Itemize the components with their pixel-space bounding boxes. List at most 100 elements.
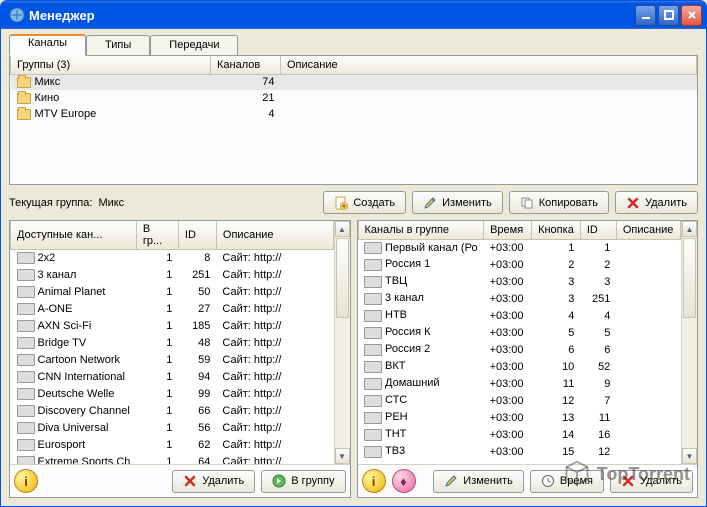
right-scrollbar[interactable]: ▲ ▼ [681,221,697,464]
table-row[interactable]: Микс74 [11,74,697,90]
table-row[interactable]: НТВ+03:0044 [358,307,681,324]
table-row[interactable]: Cartoon Network159Сайт: http:// [11,352,334,369]
col-group-desc[interactable]: Описание [281,56,697,74]
channel-icon [17,439,35,451]
table-row[interactable]: Diva Universal156Сайт: http:// [11,420,334,437]
table-row[interactable]: MTV Europe4 [11,106,697,122]
edit-right-button[interactable]: Изменить [433,470,524,493]
scroll-thumb[interactable] [336,238,349,318]
delete-icon [183,474,197,488]
table-row[interactable]: Animal Planet150Сайт: http:// [11,284,334,301]
table-row[interactable]: A-ONE127Сайт: http:// [11,301,334,318]
delete-button[interactable]: Удалить [615,191,698,214]
color-button[interactable]: ♦ [392,469,416,493]
window-title: Менеджер [29,8,635,23]
channel-icon [364,242,382,254]
table-row[interactable]: СТС+03:00127 [358,392,681,409]
scroll-thumb[interactable] [683,238,696,318]
tab-types[interactable]: Типы [86,35,150,55]
col-avail-id[interactable]: ID [178,221,216,250]
table-row[interactable]: 3 канал1251Сайт: http:// [11,267,334,284]
table-row[interactable]: 3 канал+03:003251 [358,290,681,307]
table-row[interactable]: Первый канал (Ро+03:0011 [358,239,681,256]
titlebar[interactable]: Менеджер [1,1,706,29]
info-button-right[interactable]: i [362,469,386,493]
channel-icon [364,446,382,458]
scroll-down-icon[interactable]: ▼ [335,448,350,464]
groups-table[interactable]: Группы (3) Каналов Описание Микс74Кино21… [10,56,697,170]
tab-programs[interactable]: Передачи [150,35,238,55]
table-row[interactable]: Домашний+03:00119 [358,375,681,392]
channel-icon [17,303,35,315]
table-row[interactable]: ВКТ+03:001052 [358,358,681,375]
table-row[interactable]: ТВЦ+03:0033 [358,273,681,290]
copy-icon [520,196,534,210]
col-grp-button[interactable]: Кнопка [532,221,581,239]
col-grp-name[interactable]: Каналы в группе [358,221,484,239]
table-row[interactable]: Deutsche Welle199Сайт: http:// [11,386,334,403]
delete-right-button[interactable]: Удалить [610,470,693,493]
col-group-name[interactable]: Группы (3) [11,56,211,74]
channel-icon [364,259,382,271]
table-row[interactable]: Россия 2+03:0066 [358,341,681,358]
table-row[interactable]: AXN Sci-Fi1185Сайт: http:// [11,318,334,335]
folder-icon [17,77,31,88]
group-channels-pane: Каналы в группе Время Кнопка ID Описание… [357,220,699,498]
channel-icon [364,276,382,288]
table-row[interactable]: Кино21 [11,90,697,106]
group-channels-table[interactable]: Каналы в группе Время Кнопка ID Описание… [358,221,682,460]
table-row[interactable]: Discovery Channel166Сайт: http:// [11,403,334,420]
table-row[interactable]: CNN International194Сайт: http:// [11,369,334,386]
copy-button[interactable]: Копировать [509,191,609,214]
channel-icon [17,422,35,434]
channel-icon [17,456,35,464]
pencil-icon [444,474,458,488]
channel-icon [17,354,35,366]
table-row[interactable]: Extreme Sports Ch164Сайт: http:// [11,454,334,465]
table-row[interactable]: 2x218Сайт: http:// [11,250,334,267]
col-grp-time[interactable]: Время [484,221,532,239]
col-avail-ingroup[interactable]: В гр... [136,221,178,250]
channel-icon [17,405,35,417]
maximize-button[interactable] [658,5,679,26]
channel-icon [364,361,382,373]
channel-icon [364,378,382,390]
table-row[interactable]: Bridge TV148Сайт: http:// [11,335,334,352]
to-group-button[interactable]: В группу [261,470,345,493]
available-channels-table[interactable]: Доступные кан... В гр... ID Описание 2x2… [10,221,334,464]
clock-icon [541,474,555,488]
col-avail-name[interactable]: Доступные кан... [11,221,137,250]
channel-icon [17,286,35,298]
tab-channels[interactable]: Каналы [9,34,86,56]
app-window: Менеджер Каналы Типы Передачи Группы (3)… [0,0,707,507]
info-button-left[interactable]: i [14,469,38,493]
table-row[interactable]: Россия К+03:0055 [358,324,681,341]
channel-icon [17,269,35,281]
left-scrollbar[interactable]: ▲ ▼ [334,221,350,464]
col-group-count[interactable]: Каналов [211,56,281,74]
col-grp-id[interactable]: ID [580,221,616,239]
channel-icon [364,395,382,407]
edit-button[interactable]: Изменить [412,191,503,214]
time-button[interactable]: Время [530,470,604,493]
col-grp-desc[interactable]: Описание [616,221,680,239]
arrow-right-icon [272,474,286,488]
table-row[interactable]: ТВ3+03:001512 [358,443,681,460]
table-row[interactable]: РЕН+03:001311 [358,409,681,426]
table-row[interactable]: Россия 1+03:0022 [358,256,681,273]
minimize-button[interactable] [635,5,656,26]
scroll-up-icon[interactable]: ▲ [335,221,350,237]
pencil-icon [423,196,437,210]
new-icon [334,196,348,210]
scroll-down-icon[interactable]: ▼ [682,448,697,464]
channel-icon [364,293,382,305]
col-avail-desc[interactable]: Описание [216,221,333,250]
close-button[interactable] [681,5,702,26]
create-button[interactable]: Создать [323,191,406,214]
table-row[interactable]: ТНТ+03:001416 [358,426,681,443]
channel-icon [364,344,382,356]
table-row[interactable]: Eurosport162Сайт: http:// [11,437,334,454]
scroll-up-icon[interactable]: ▲ [682,221,697,237]
channel-icon [364,327,382,339]
delete-left-button[interactable]: Удалить [172,470,255,493]
